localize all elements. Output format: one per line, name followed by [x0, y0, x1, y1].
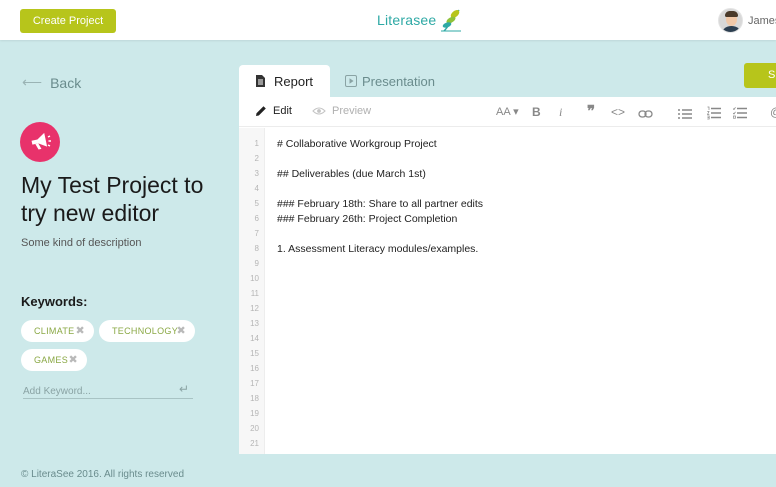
font-size-button[interactable]: AA ▾	[496, 104, 519, 120]
save-button[interactable]: S	[744, 63, 776, 88]
task-list-icon[interactable]	[733, 105, 747, 121]
tab-presentation-label: Presentation	[362, 73, 435, 89]
line-number: 21	[250, 439, 259, 448]
back-link[interactable]: ⟵ Back	[22, 74, 81, 91]
user-menu[interactable]: James	[718, 8, 776, 33]
keyword-chip-climate: CLIMATE ✖	[21, 320, 94, 342]
editor-line[interactable]: ## Deliverables (due March 1st)	[277, 168, 426, 180]
add-keyword-input[interactable]	[23, 383, 173, 400]
line-number: 15	[250, 349, 259, 358]
preview-label: Preview	[332, 105, 372, 117]
tab-report-label: Report	[274, 73, 314, 89]
footer-copyright: © LiteraSee 2016. All rights reserved	[21, 469, 185, 480]
tab-presentation[interactable]: Presentation	[345, 65, 435, 97]
line-number: 2	[254, 154, 259, 163]
add-keyword-field: ↵	[23, 381, 193, 400]
tab-report[interactable]: Report	[239, 65, 330, 97]
line-number: 5	[254, 199, 259, 208]
bullet-list-icon[interactable]	[678, 106, 692, 122]
line-number: 19	[250, 409, 259, 418]
top-bar: Create Project Literasee James	[0, 0, 776, 40]
line-number: 13	[250, 319, 259, 328]
editor-line[interactable]: ### February 18th: Share to all partner …	[277, 198, 483, 210]
markdown-editor: Edit Preview AA ▾ B i ❞ <> 1 2 3 4 5 6 7…	[239, 97, 776, 454]
back-label: Back	[50, 74, 82, 91]
keyword-chip-games: GAMES ✖	[21, 349, 87, 371]
leaf-logo-icon	[441, 9, 462, 32]
logo-text: Literasee	[377, 12, 437, 28]
line-number: 12	[250, 304, 259, 313]
editor-line[interactable]: 1. Assessment Literacy modules/examples.	[277, 243, 478, 255]
editor-line[interactable]: # Collaborative Workgroup Project	[277, 138, 437, 150]
editor-toolbar: Edit Preview AA ▾ B i ❞ <>	[239, 97, 776, 127]
line-number: 18	[250, 394, 259, 403]
close-icon[interactable]: ✖	[75, 320, 85, 342]
line-number: 7	[254, 229, 259, 238]
arrow-left-icon: ⟵	[22, 74, 43, 90]
font-size-label: AA	[496, 106, 511, 118]
megaphone-icon	[31, 132, 51, 150]
line-number: 20	[250, 424, 259, 433]
pencil-icon	[256, 106, 266, 116]
code-icon[interactable]: <>	[611, 104, 625, 120]
editor-line[interactable]: ### February 26th: Project Completion	[277, 213, 457, 225]
line-number: 16	[250, 364, 259, 373]
more-icon[interactable]: @	[770, 104, 776, 120]
bold-icon[interactable]: B	[532, 104, 541, 120]
play-icon	[345, 75, 357, 87]
literasee-logo[interactable]: Literasee	[377, 6, 462, 34]
document-icon	[256, 75, 265, 87]
line-number: 10	[250, 274, 259, 283]
project-description[interactable]: Some kind of description	[21, 237, 141, 249]
avatar[interactable]	[718, 8, 743, 33]
keyword-label: TECHNOLOGY	[112, 326, 179, 336]
preview-mode-button[interactable]: Preview	[312, 105, 371, 117]
line-number-gutter: 1 2 3 4 5 6 7 8 9 10 11 12 13 14 15 16 1…	[239, 128, 265, 454]
edit-label: Edit	[273, 105, 292, 117]
keyword-label: CLIMATE	[34, 326, 75, 336]
italic-icon[interactable]: i	[559, 104, 562, 120]
line-number: 9	[254, 259, 259, 268]
numbered-list-icon[interactable]	[707, 105, 721, 121]
project-icon	[20, 122, 60, 162]
quote-icon[interactable]: ❞	[587, 104, 595, 120]
line-number: 4	[254, 184, 259, 193]
close-icon[interactable]: ✖	[176, 320, 186, 342]
close-icon[interactable]: ✖	[68, 349, 78, 371]
eye-icon	[312, 107, 326, 115]
edit-mode-button[interactable]: Edit	[255, 105, 292, 117]
enter-icon[interactable]: ↵	[179, 382, 189, 396]
line-number: 6	[254, 214, 259, 223]
user-name[interactable]: James	[748, 15, 776, 27]
line-number: 14	[250, 334, 259, 343]
line-number: 11	[250, 289, 259, 298]
line-number: 1	[254, 139, 259, 148]
project-title[interactable]: My Test Project to try new editor	[21, 171, 221, 227]
line-number: 8	[254, 244, 259, 253]
create-project-button[interactable]: Create Project	[20, 9, 116, 33]
keywords-label: Keywords:	[21, 294, 88, 309]
keyword-label: GAMES	[34, 355, 69, 365]
line-number: 3	[254, 169, 259, 178]
link-icon[interactable]	[638, 106, 653, 122]
line-number: 17	[250, 379, 259, 388]
keyword-chip-technology: TECHNOLOGY ✖	[99, 320, 195, 342]
